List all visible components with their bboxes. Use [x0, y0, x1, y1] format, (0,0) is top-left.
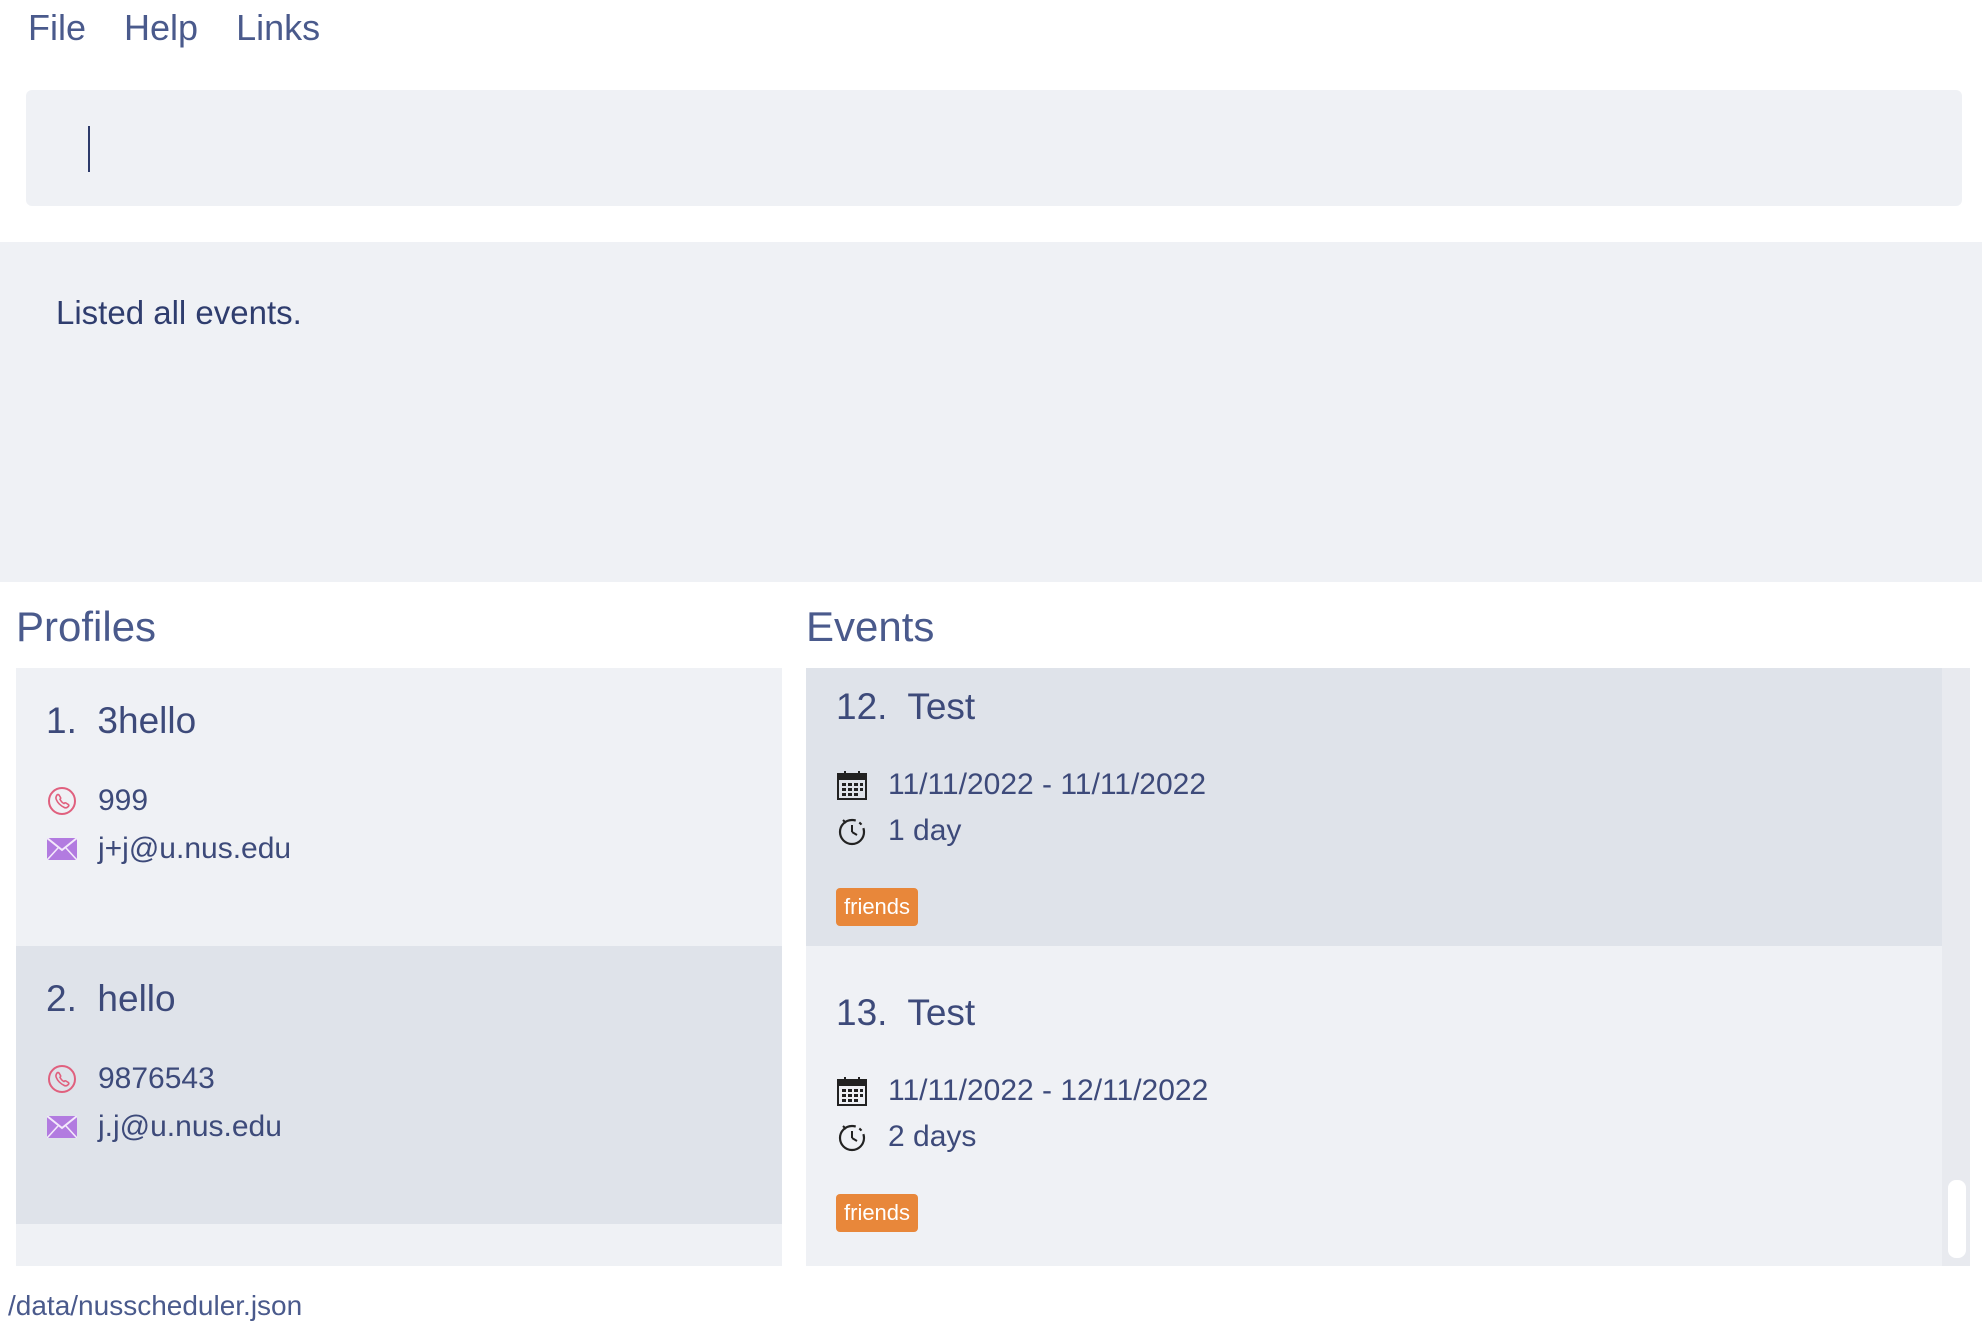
profile-phone-row: 9876543: [46, 1062, 215, 1096]
events-scrollbar[interactable]: [1942, 668, 1970, 1266]
profiles-title: Profiles: [16, 603, 157, 650]
email-icon: [46, 833, 78, 865]
profile-email: j+j@u.nus.edu: [98, 832, 292, 865]
profile-name-text: hello: [97, 978, 176, 1019]
profile-email-row: j+j@u.nus.edu: [46, 832, 291, 866]
menu-bar: File Help Links: [0, 0, 1982, 56]
profile-email: j.j@u.nus.edu: [98, 1110, 282, 1143]
profile-phone: 999: [98, 784, 149, 817]
phone-icon: [46, 785, 78, 817]
profile-index: 1.: [46, 700, 77, 741]
calendar-icon: [836, 769, 868, 801]
event-duration: 2 days: [888, 1120, 977, 1153]
profile-index: 2.: [46, 978, 77, 1019]
command-input[interactable]: [26, 90, 1962, 206]
menu-help[interactable]: Help: [124, 10, 198, 46]
text-caret: [88, 126, 90, 172]
event-dates: 11/11/2022 - 11/11/2022: [888, 768, 1207, 801]
event-tag: friends: [836, 1194, 919, 1232]
events-list[interactable]: 12. Test 11/11/2022 - 11/11/2022 1 day f…: [806, 668, 1942, 1266]
profiles-list[interactable]: 1. 3hello 999 j+j@u.nus.edu 2. hello 987…: [16, 668, 782, 1266]
clock-icon: [836, 815, 868, 847]
profile-card[interactable]: 2. hello 9876543 j.j@u.nus.edu: [16, 946, 782, 1224]
event-duration-row: 1 day: [836, 814, 961, 848]
profile-name: 2. hello: [46, 978, 176, 1020]
profile-name-text: 3hello: [97, 700, 197, 741]
status-save-path: /data/nusscheduler.json: [8, 1290, 303, 1321]
events-title: Events: [806, 603, 935, 650]
profile-card[interactable]: 1. 3hello 999 j+j@u.nus.edu: [16, 668, 782, 946]
clock-icon: [836, 1121, 868, 1153]
event-name-text: Test: [907, 992, 976, 1033]
event-date-row: 11/11/2022 - 12/11/2022: [836, 1074, 1208, 1108]
event-card[interactable]: 12. Test 11/11/2022 - 11/11/2022 1 day f…: [806, 668, 1942, 946]
profile-phone: 9876543: [98, 1062, 215, 1095]
events-scrollbar-thumb[interactable]: [1948, 1180, 1966, 1258]
event-duration: 1 day: [888, 814, 962, 847]
event-name: 12. Test: [836, 686, 975, 728]
event-dates: 11/11/2022 - 12/11/2022: [888, 1074, 1209, 1107]
event-name: 13. Test: [836, 992, 975, 1034]
command-box: [26, 90, 1962, 206]
event-tag: friends: [836, 888, 919, 926]
calendar-icon: [836, 1075, 868, 1107]
result-display: Listed all events.: [0, 242, 1982, 582]
event-index: 13.: [836, 992, 888, 1033]
profile-name: 1. 3hello: [46, 700, 196, 742]
menu-file[interactable]: File: [28, 10, 86, 46]
event-duration-row: 2 days: [836, 1120, 976, 1154]
menu-links[interactable]: Links: [236, 10, 320, 46]
event-date-row: 11/11/2022 - 11/11/2022: [836, 768, 1206, 802]
result-message: Listed all events.: [56, 294, 302, 331]
event-name-text: Test: [907, 686, 976, 727]
email-icon: [46, 1111, 78, 1143]
profile-email-row: j.j@u.nus.edu: [46, 1110, 282, 1144]
event-index: 12.: [836, 686, 888, 727]
phone-icon: [46, 1063, 78, 1095]
event-card[interactable]: 13. Test 11/11/2022 - 12/11/2022 2 days …: [806, 960, 1942, 1252]
profile-phone-row: 999: [46, 784, 148, 818]
